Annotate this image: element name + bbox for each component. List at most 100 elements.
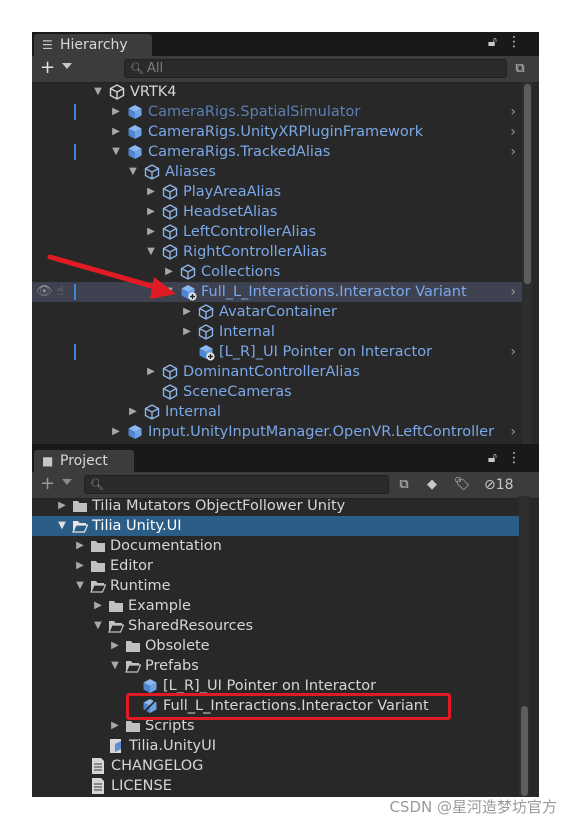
hierarchy-scrollbar-thumb[interactable] <box>524 84 531 284</box>
open-prefab-arrow-icon[interactable]: › <box>510 342 516 362</box>
expand-arrow-icon[interactable]: ▶ <box>110 122 122 142</box>
expand-arrow-icon[interactable]: ▶ <box>145 222 157 242</box>
project-item-label: Example <box>128 598 191 614</box>
create-button[interactable]: + <box>40 58 55 78</box>
project-row[interactable]: LICENSE <box>32 776 522 796</box>
open-prefab-arrow-icon[interactable]: › <box>510 122 516 142</box>
more-options-icon[interactable]: ⋮ <box>507 34 531 50</box>
hidden-packages-toggle[interactable]: ⊘18 <box>484 475 534 495</box>
expand-arrow-icon[interactable]: ▼ <box>56 516 68 536</box>
open-prefab-arrow-icon[interactable]: › <box>510 422 516 442</box>
lock-icon[interactable]: 🔓︎ <box>488 450 507 466</box>
text-file-icon <box>92 778 104 794</box>
prefab-cube-icon <box>128 145 142 159</box>
hidden-eye-icon: ⊘ <box>484 477 496 493</box>
project-search-input[interactable]: 🔍︎ <box>84 475 389 494</box>
override-marker <box>74 104 76 120</box>
project-row[interactable]: Tilia.UnityUI <box>32 736 522 756</box>
project-row[interactable]: ▶ Documentation <box>32 536 522 556</box>
project-row-selected[interactable]: ▼ Tilia Unity.UI <box>32 516 522 536</box>
hierarchy-row[interactable]: ▶ CameraRigs.SpatialSimulator › <box>32 102 522 122</box>
search-by-type-icon[interactable]: ⧉ <box>394 475 414 495</box>
project-scrollbar-thumb[interactable] <box>521 706 528 796</box>
override-marker <box>74 344 76 360</box>
expand-arrow-icon[interactable]: ▶ <box>56 496 68 516</box>
scene-visibility-icon[interactable]: ⧉ <box>510 59 530 79</box>
hierarchy-row[interactable]: [L_R]_UI Pointer on Interactor › <box>32 342 522 362</box>
project-row[interactable]: ▼ Runtime <box>32 576 522 596</box>
hierarchy-item-label: CameraRigs.SpatialSimulator <box>148 104 361 120</box>
hierarchy-item-label: SceneCameras <box>183 384 292 400</box>
expand-arrow-icon[interactable]: ▶ <box>145 202 157 222</box>
chevron-down-icon[interactable] <box>62 479 72 485</box>
hierarchy-row[interactable]: ▶ LeftControllerAlias <box>32 222 522 242</box>
project-row[interactable]: ▶ Tilia Mutators ObjectFollower Unity <box>32 496 522 516</box>
expand-arrow-icon[interactable]: ▶ <box>92 596 104 616</box>
hidden-count: 18 <box>495 477 514 493</box>
expand-arrow-icon[interactable]: ▶ <box>74 536 86 556</box>
expand-arrow-icon[interactable]: ▶ <box>109 716 121 736</box>
unity-editor-panels: ☰ Hierarchy 🔓︎⋮ + 🔍︎ All ⧉ ▼ VRTK4 ▶ Cam… <box>32 32 539 797</box>
expand-arrow-icon[interactable]: ▶ <box>145 362 157 382</box>
project-row[interactable]: ▶ Example <box>32 596 522 616</box>
tab-project[interactable]: ■ Project <box>34 450 134 472</box>
prefab-variant-cube-icon <box>199 345 215 361</box>
expand-arrow-icon[interactable]: ▼ <box>92 616 104 636</box>
expand-arrow-icon[interactable]: ▶ <box>110 102 122 122</box>
search-icon: 🔍︎ <box>130 62 144 75</box>
more-options-icon[interactable]: ⋮ <box>507 450 531 466</box>
hierarchy-search-input[interactable]: 🔍︎ All <box>124 59 507 78</box>
hierarchy-row[interactable]: ▼ Aliases <box>32 162 522 182</box>
expand-arrow-icon[interactable]: ▶ <box>110 422 122 442</box>
label-tag-icon[interactable]: 🏷︎ <box>452 475 472 495</box>
expand-arrow-icon[interactable]: ▶ <box>109 636 121 656</box>
lock-icon[interactable]: 🔓︎ <box>488 34 507 50</box>
hierarchy-item-label: Internal <box>165 404 221 420</box>
open-prefab-arrow-icon[interactable]: › <box>510 142 516 162</box>
project-item-label: Tilia.UnityUI <box>129 738 216 754</box>
hierarchy-search-placeholder: All <box>147 61 164 76</box>
hierarchy-row[interactable]: SceneCameras <box>32 382 522 402</box>
hierarchy-item-label: Collections <box>201 264 281 280</box>
expand-arrow-icon[interactable]: ▼ <box>110 142 122 162</box>
expand-arrow-icon[interactable]: ▶ <box>181 322 193 342</box>
open-prefab-arrow-icon[interactable]: › <box>510 282 516 302</box>
hierarchy-row[interactable]: ▶ Internal <box>32 322 522 342</box>
project-scrollbar[interactable] <box>519 496 529 797</box>
hierarchy-tabbar: ☰ Hierarchy 🔓︎⋮ <box>32 32 539 56</box>
expand-arrow-icon[interactable]: ▼ <box>127 162 139 182</box>
text-file-icon <box>92 758 104 774</box>
project-item-label: LICENSE <box>111 778 172 794</box>
chevron-down-icon[interactable] <box>62 63 72 69</box>
expand-arrow-icon[interactable]: ▶ <box>127 402 139 422</box>
filter-by-type-icon[interactable]: ◆ <box>422 475 442 495</box>
expand-arrow-icon[interactable]: ▼ <box>92 82 104 102</box>
project-tree: ▶ Tilia Mutators ObjectFollower Unity ▼ … <box>32 496 522 797</box>
tab-hierarchy[interactable]: ☰ Hierarchy <box>34 34 152 56</box>
hierarchy-row[interactable]: ▶ DominantControllerAlias <box>32 362 522 382</box>
assembly-definition-icon <box>110 739 121 753</box>
hierarchy-row[interactable]: ▶ CameraRigs.UnityXRPluginFramework › <box>32 122 522 142</box>
hierarchy-row[interactable]: ▼ CameraRigs.TrackedAlias › <box>32 142 522 162</box>
hierarchy-scrollbar[interactable] <box>522 82 532 444</box>
expand-arrow-icon[interactable]: ▶ <box>145 182 157 202</box>
hierarchy-item-label: HeadsetAlias <box>183 204 278 220</box>
project-row[interactable]: ▼ SharedResources <box>32 616 522 636</box>
hierarchy-tab-tools: 🔓︎⋮ <box>488 34 531 50</box>
hierarchy-row[interactable]: ▶ Internal <box>32 402 522 422</box>
hierarchy-row[interactable]: ▶ Input.UnityInputManager.OpenVR.LeftCon… <box>32 422 522 442</box>
hierarchy-item-label: LeftControllerAlias <box>183 224 317 240</box>
hierarchy-row[interactable]: ▼ VRTK4 <box>32 82 522 102</box>
project-row[interactable]: ▶ Editor <box>32 556 522 576</box>
hierarchy-row[interactable]: ▶ HeadsetAlias <box>32 202 522 222</box>
hierarchy-row[interactable]: ▶ PlayAreaAlias <box>32 182 522 202</box>
create-button[interactable]: + <box>40 474 55 494</box>
expand-arrow-icon[interactable]: ▶ <box>74 556 86 576</box>
gameobject-cube-icon <box>144 164 160 180</box>
expand-arrow-icon[interactable]: ▼ <box>109 656 121 676</box>
project-row[interactable]: ▶ Obsolete <box>32 636 522 656</box>
expand-arrow-icon[interactable]: ▼ <box>74 576 86 596</box>
open-prefab-arrow-icon[interactable]: › <box>510 102 516 122</box>
project-row[interactable]: ▼ Prefabs <box>32 656 522 676</box>
project-row[interactable]: CHANGELOG <box>32 756 522 776</box>
